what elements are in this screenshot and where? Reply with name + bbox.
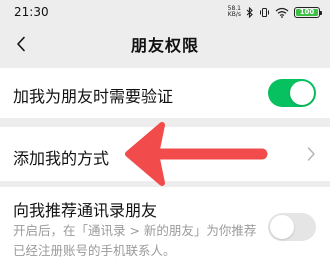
status-time: 21:30 bbox=[14, 5, 49, 19]
require-verification-toggle[interactable] bbox=[268, 79, 316, 107]
setting-recommend-contacts[interactable]: 向我推荐通讯录朋友 开启后，在「通讯录 > 新的朋友」为你推荐已经注册账号的手机… bbox=[0, 187, 330, 267]
toggle-knob bbox=[290, 81, 314, 105]
status-icons: 58.1 KB/s 100 bbox=[228, 6, 322, 18]
setting-label: 向我推荐通讯录朋友 bbox=[13, 201, 158, 220]
setting-description: 开启后，在「通讯录 > 新的朋友」为你推荐已经注册账号的手机联系人。 bbox=[13, 223, 257, 258]
setting-require-verification[interactable]: 加我为朋友时需要验证 bbox=[0, 68, 330, 118]
bluetooth-icon bbox=[246, 6, 253, 18]
setting-add-me-methods[interactable]: 添加我的方式 bbox=[0, 127, 330, 181]
battery-icon: 100 bbox=[294, 6, 322, 18]
nav-bar: 朋友权限 bbox=[0, 24, 330, 64]
recommend-contacts-toggle[interactable] bbox=[268, 213, 316, 241]
back-button[interactable] bbox=[8, 30, 34, 58]
battery-level: 100 bbox=[299, 8, 315, 16]
setting-label: 加我为朋友时需要验证 bbox=[13, 87, 174, 106]
chevron-left-icon bbox=[17, 36, 25, 52]
status-bar: 21:30 58.1 KB/s 100 bbox=[0, 0, 330, 24]
setting-label: 添加我的方式 bbox=[13, 149, 110, 168]
phone-screen: 21:30 58.1 KB/s 100 朋友权限 加我为朋友时需要验证 添加我的… bbox=[0, 0, 330, 267]
wifi-icon bbox=[275, 7, 289, 18]
network-speed-unit: KB/s bbox=[227, 11, 241, 18]
toggle-knob bbox=[270, 215, 294, 239]
network-speed: 58.1 KB/s bbox=[228, 6, 241, 18]
chevron-right-icon bbox=[307, 147, 315, 161]
page-title: 朋友权限 bbox=[130, 36, 199, 55]
vibrate-icon bbox=[260, 7, 269, 17]
